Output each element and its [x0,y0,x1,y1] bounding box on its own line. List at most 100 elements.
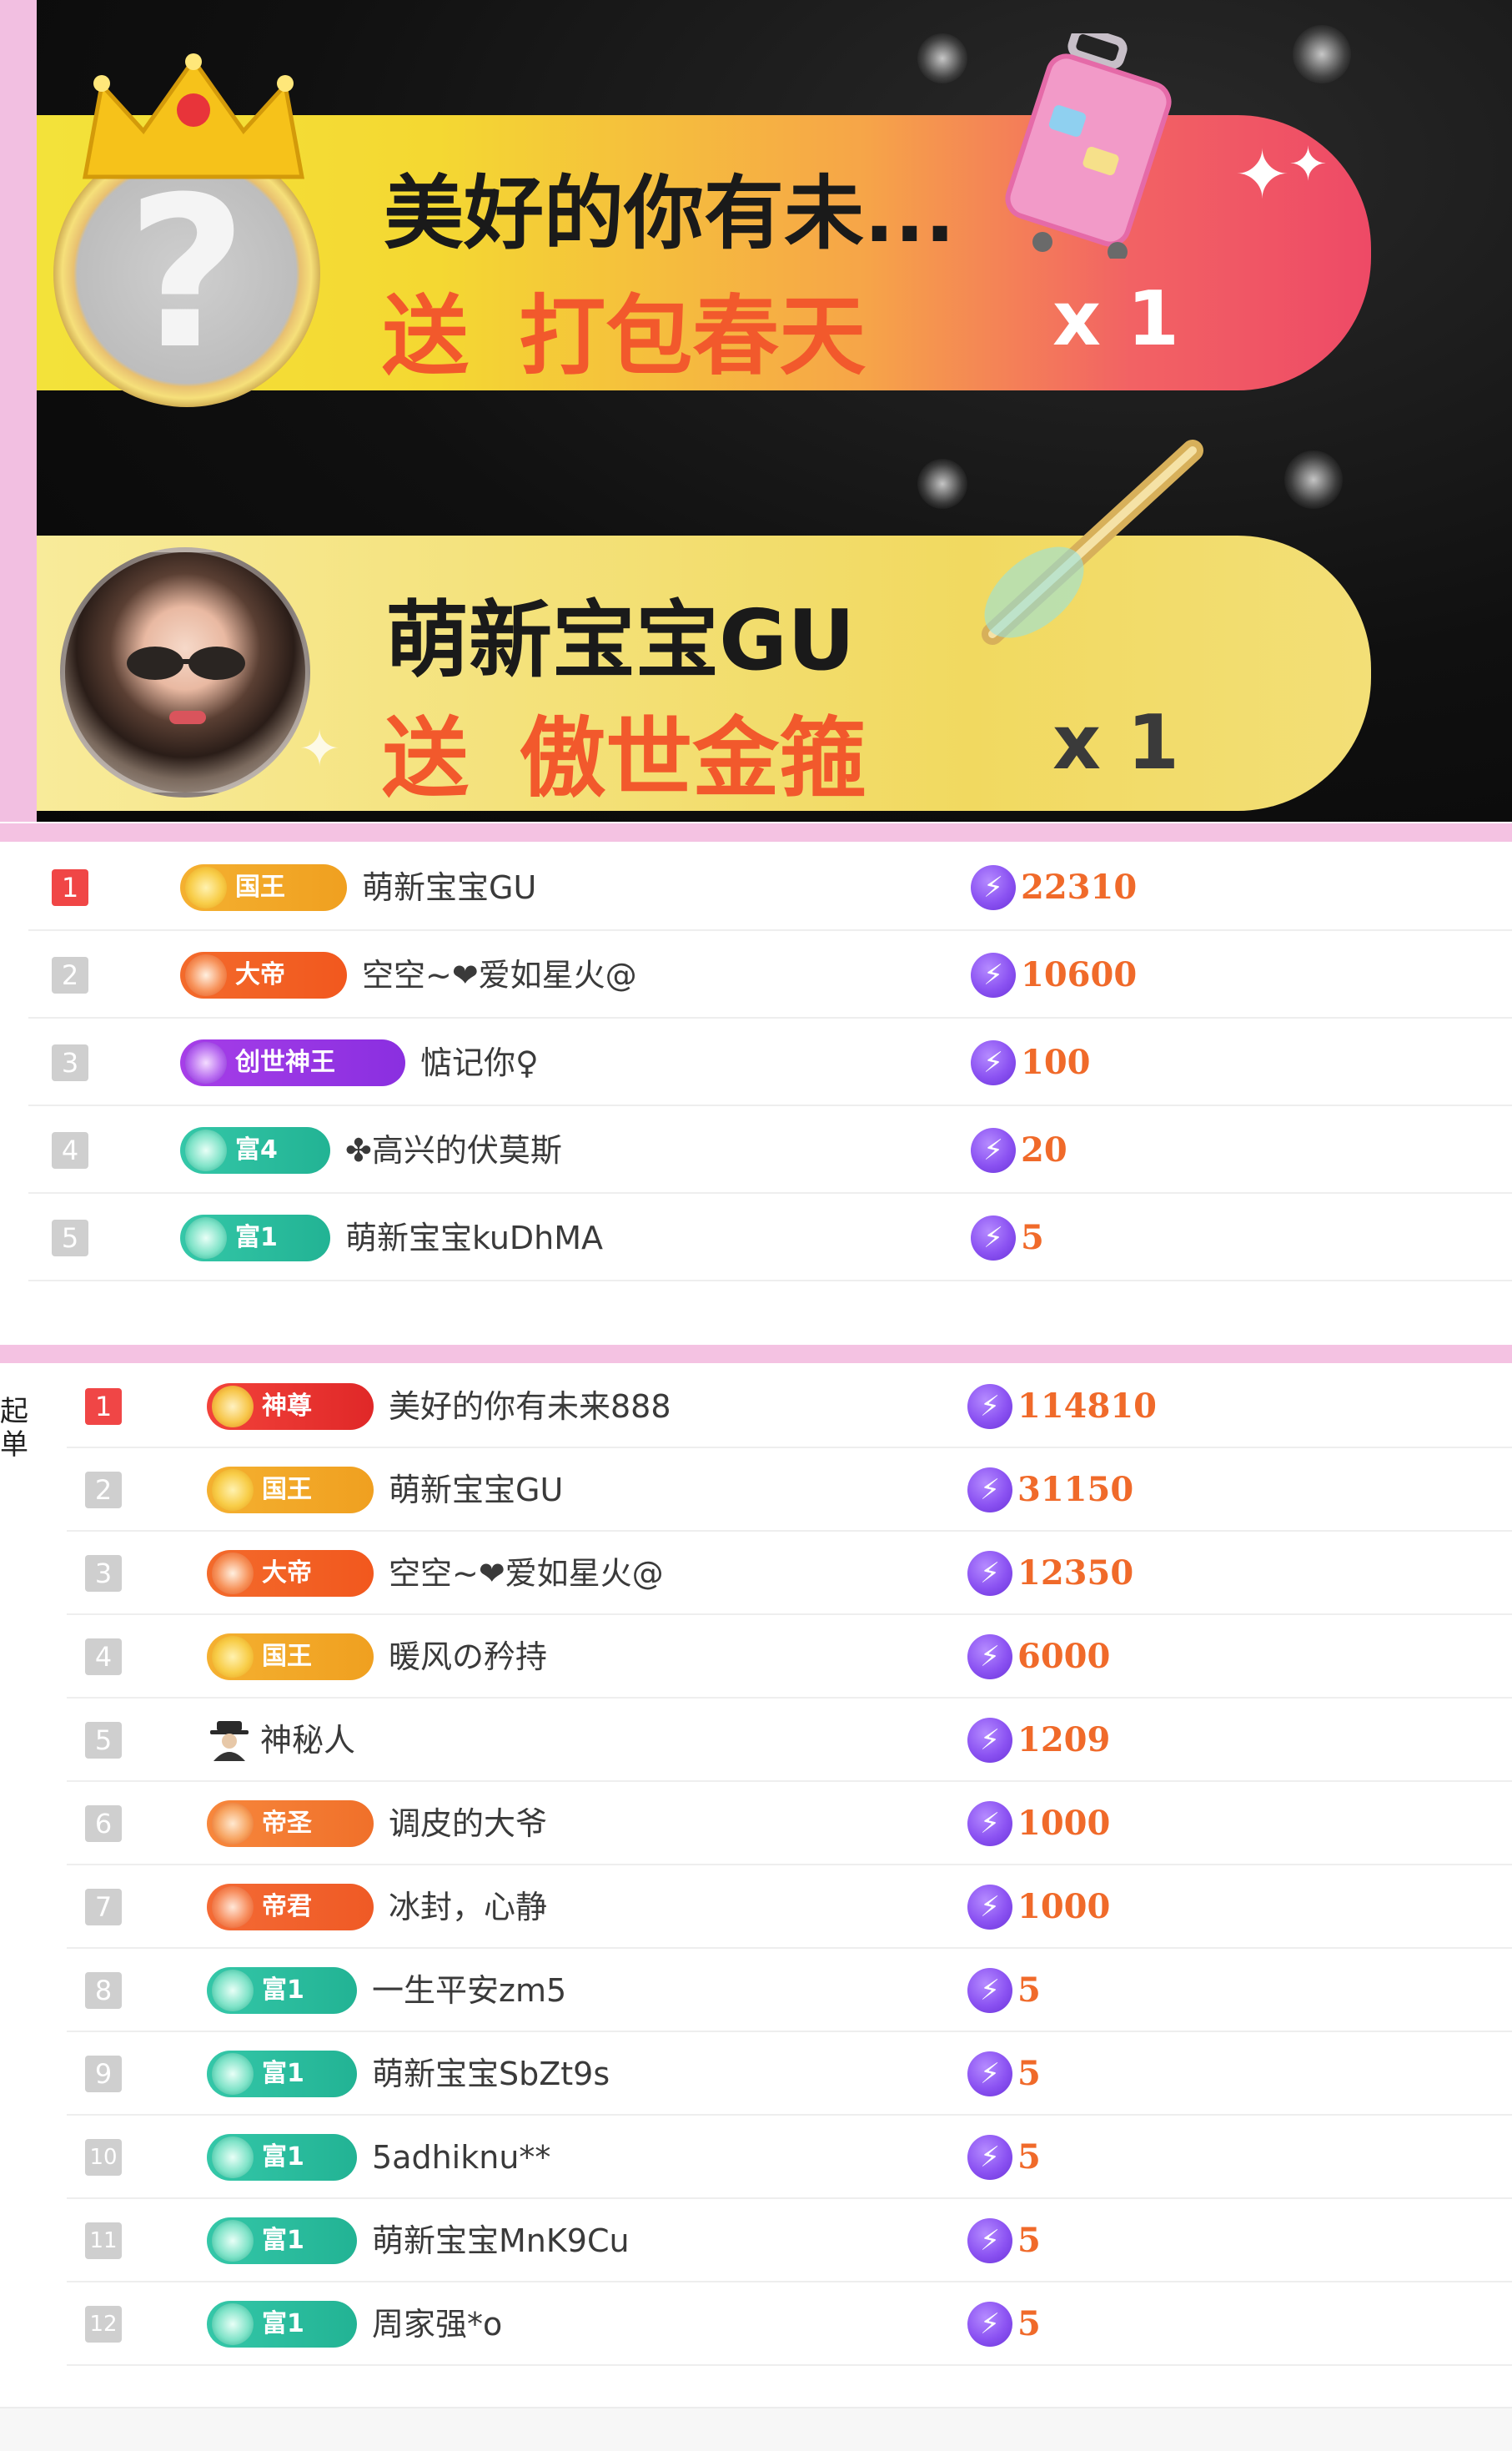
sparkle-icon: ✦ [1234,136,1291,214]
table-row[interactable]: 4 国王 暖风の矜持 ⚡ 6000 [67,1615,1512,1699]
contribution-score: 10600 [1021,955,1138,994]
rank-number: 1 [85,1388,122,1425]
lightning-glyph: ⚡ [980,1473,1000,1507]
badge-label: 富1 [262,2309,304,2338]
light-bokeh [1293,25,1351,83]
level-badge: 富1 [207,2134,357,2181]
table-row[interactable]: 7 帝君 冰封，心静 ⚡ 1000 [67,1865,1512,1949]
side-tab-label[interactable]: 起单 [0,1395,28,1462]
gift-action-text: 送 打包春天 [382,265,866,391]
table-row[interactable]: 5 神秘人 ⚡ 1209 [67,1699,1512,1782]
user-name[interactable]: 空空~❤爱如星火@ [362,952,637,999]
level-badge: 帝君 [207,1884,374,1930]
badge-label: 国王 [262,1642,312,1671]
live-room-screen: ? 美好的你有未... 送 打包春天 ✦ ✦ x 1 ✦ 萌新宝宝GU 送 傲世… [0,0,1512,2451]
table-row[interactable]: 5 富1 萌新宝宝kuDhMA ⚡ 5 [28,1194,1512,1281]
table-row[interactable]: 2 大帝 空空~❤爱如星火@ ⚡ 10600 [28,931,1512,1019]
table-row[interactable]: 11 富1 萌新宝宝MnK9Cu ⚡ 5 [67,2199,1512,2282]
lightning-coin-icon: ⚡ [971,953,1016,998]
contribution-score: 31150 [1017,1470,1134,1509]
lightning-glyph: ⚡ [983,1221,1003,1255]
badge-label: 大帝 [235,960,285,989]
user-name[interactable]: 神秘人 [260,1717,355,1764]
table-row[interactable]: 12 富1 周家强*o ⚡ 5 [67,2282,1512,2366]
level-badge: 创世神王 [180,1039,405,1086]
user-name[interactable]: 萌新宝宝SbZt9s [372,2051,610,2097]
badge-label: 帝圣 [262,1809,312,1838]
gift-sender-name: 美好的你有未... [384,167,956,260]
gift-action-text: 送 傲世金箍 [382,687,866,813]
crown-icon [83,53,304,179]
badge-emblem-icon [212,2303,254,2345]
user-name[interactable]: 暖风の矜持 [389,1633,547,1680]
badge-emblem-icon [185,1217,227,1259]
lightning-coin-icon: ⚡ [967,2302,1012,2347]
user-name[interactable]: 冰封，心静 [389,1884,547,1930]
table-row[interactable]: 1 神尊 美好的你有未来888 ⚡ 114810 [67,1365,1512,1448]
table-row[interactable]: 10 富1 5adhiknu** ⚡ 5 [67,2116,1512,2199]
user-name[interactable]: 萌新宝宝MnK9Cu [372,2217,630,2264]
light-bokeh [917,459,967,509]
user-name[interactable]: 美好的你有未来888 [389,1383,671,1430]
badge-emblem-icon [185,1130,227,1171]
user-name[interactable]: ✤高兴的伏莫斯 [345,1127,562,1174]
sunglasses-icon [127,647,245,680]
table-row[interactable]: 1 国王 萌新宝宝GU ⚡ 22310 [28,843,1512,931]
rank-number: 6 [85,1805,122,1842]
lightning-glyph: ⚡ [983,1046,1003,1080]
level-badge: 大帝 [207,1550,374,1597]
gift-quantity: x 1 [1052,275,1180,363]
contribution-score: 5 [1017,2054,1041,2093]
table-row[interactable]: 3 大帝 空空~❤爱如星火@ ⚡ 12350 [67,1532,1512,1615]
mystery-person-icon [210,1721,249,1761]
lightning-glyph: ⚡ [983,1134,1003,1167]
table-row[interactable]: 4 富4 ✤高兴的伏莫斯 ⚡ 20 [28,1106,1512,1194]
lightning-glyph: ⚡ [980,1557,1000,1590]
lightning-coin-icon: ⚡ [967,2218,1012,2263]
sparkle-icon: ✦ [1288,138,1328,192]
user-name[interactable]: 萌新宝宝GU [362,864,536,911]
user-name[interactable]: 调皮的大爷 [389,1800,547,1847]
badge-label: 国王 [235,873,285,902]
user-name[interactable]: 萌新宝宝GU [389,1467,563,1513]
user-name[interactable]: 空空~❤爱如星火@ [389,1550,664,1597]
rank-number: 3 [85,1555,122,1592]
badge-emblem-icon [212,1386,254,1427]
lightning-glyph: ⚡ [980,1640,1000,1673]
user-name[interactable]: 5adhiknu** [372,2134,550,2181]
avatar[interactable] [60,547,310,798]
contribution-score: 1000 [1017,1887,1111,1926]
contribution-score: 1209 [1017,1720,1111,1759]
lightning-coin-icon: ⚡ [967,1467,1012,1512]
lightning-glyph: ⚡ [983,959,1003,992]
badge-emblem-icon [212,1469,254,1511]
badge-emblem-icon [185,867,227,908]
table-row[interactable]: 9 富1 萌新宝宝SbZt9s ⚡ 5 [67,2032,1512,2116]
table-row[interactable]: 3 创世神王 惦记你♀ ⚡ 100 [28,1019,1512,1106]
table-row[interactable]: 8 富1 一生平安zm5 ⚡ 5 [67,1949,1512,2032]
lightning-glyph: ⚡ [980,2141,1000,2174]
contribution-score: 22310 [1021,868,1138,907]
contribution-score: 20 [1021,1130,1067,1170]
table-row[interactable]: 2 国王 萌新宝宝GU ⚡ 31150 [67,1448,1512,1532]
contribution-score: 5 [1017,2137,1041,2177]
light-bokeh [917,33,967,83]
contribution-score: 5 [1017,2304,1041,2343]
level-badge: 富1 [207,2301,357,2348]
badge-label: 创世神王 [235,1048,335,1077]
level-badge: 国王 [207,1467,374,1513]
gift-quantity: x 1 [1052,699,1180,787]
badge-emblem-icon [212,2220,254,2262]
contribution-score: 5 [1021,1218,1044,1257]
ranking-panel-1: 1 国王 萌新宝宝GU ⚡ 22310 2 大帝 空空~❤爱如星火@ ⚡ 10600 3 创世神王 惦记… [0,842,1512,1342]
lightning-glyph: ⚡ [980,1974,1000,2007]
lightning-glyph: ⚡ [980,1807,1000,1840]
user-name[interactable]: 萌新宝宝kuDhMA [345,1215,603,1261]
level-badge: 神尊 [207,1383,374,1430]
user-name[interactable]: 惦记你♀ [420,1039,539,1086]
user-name[interactable]: 周家强*o [372,2301,502,2348]
golden-staff-icon [982,440,1203,645]
contribution-score: 100 [1021,1043,1091,1082]
user-name[interactable]: 一生平安zm5 [372,1967,566,2014]
table-row[interactable]: 6 帝圣 调皮的大爷 ⚡ 1000 [67,1782,1512,1865]
